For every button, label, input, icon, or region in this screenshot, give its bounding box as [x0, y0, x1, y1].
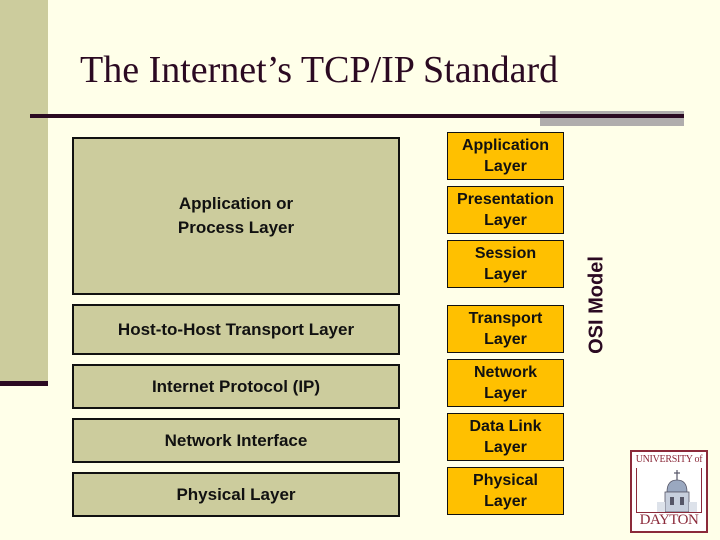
slide-title: The Internet’s TCP/IP Standard — [80, 49, 559, 91]
osi-data-link-layer: Data Link Layer — [447, 413, 564, 461]
logo-bottom-text: DAYTON — [639, 512, 699, 528]
tcpip-application-layer: Application or Process Layer — [72, 137, 400, 295]
osi-model-label: OSI Model — [585, 256, 608, 354]
tcpip-physical-layer: Physical Layer — [72, 472, 400, 517]
sidebar-divider — [0, 381, 48, 386]
osi-application-layer: Application Layer — [447, 132, 564, 180]
logo-top-text: UNIVERSITY of — [635, 454, 703, 465]
university-logo: UNIVERSITY of DAYTON — [630, 450, 708, 533]
osi-presentation-layer: Presentation Layer — [447, 186, 564, 234]
tcpip-transport-layer: Host-to-Host Transport Layer — [72, 304, 400, 355]
osi-transport-layer: Transport Layer — [447, 305, 564, 353]
title-divider — [30, 114, 684, 118]
osi-network-layer: Network Layer — [447, 359, 564, 407]
osi-physical-layer: Physical Layer — [447, 467, 564, 515]
dome-icon — [636, 468, 702, 513]
osi-session-layer: Session Layer — [447, 240, 564, 288]
tcpip-internet-layer: Internet Protocol (IP) — [72, 364, 400, 409]
sidebar-accent — [0, 0, 48, 385]
tcpip-network-interface-layer: Network Interface — [72, 418, 400, 463]
